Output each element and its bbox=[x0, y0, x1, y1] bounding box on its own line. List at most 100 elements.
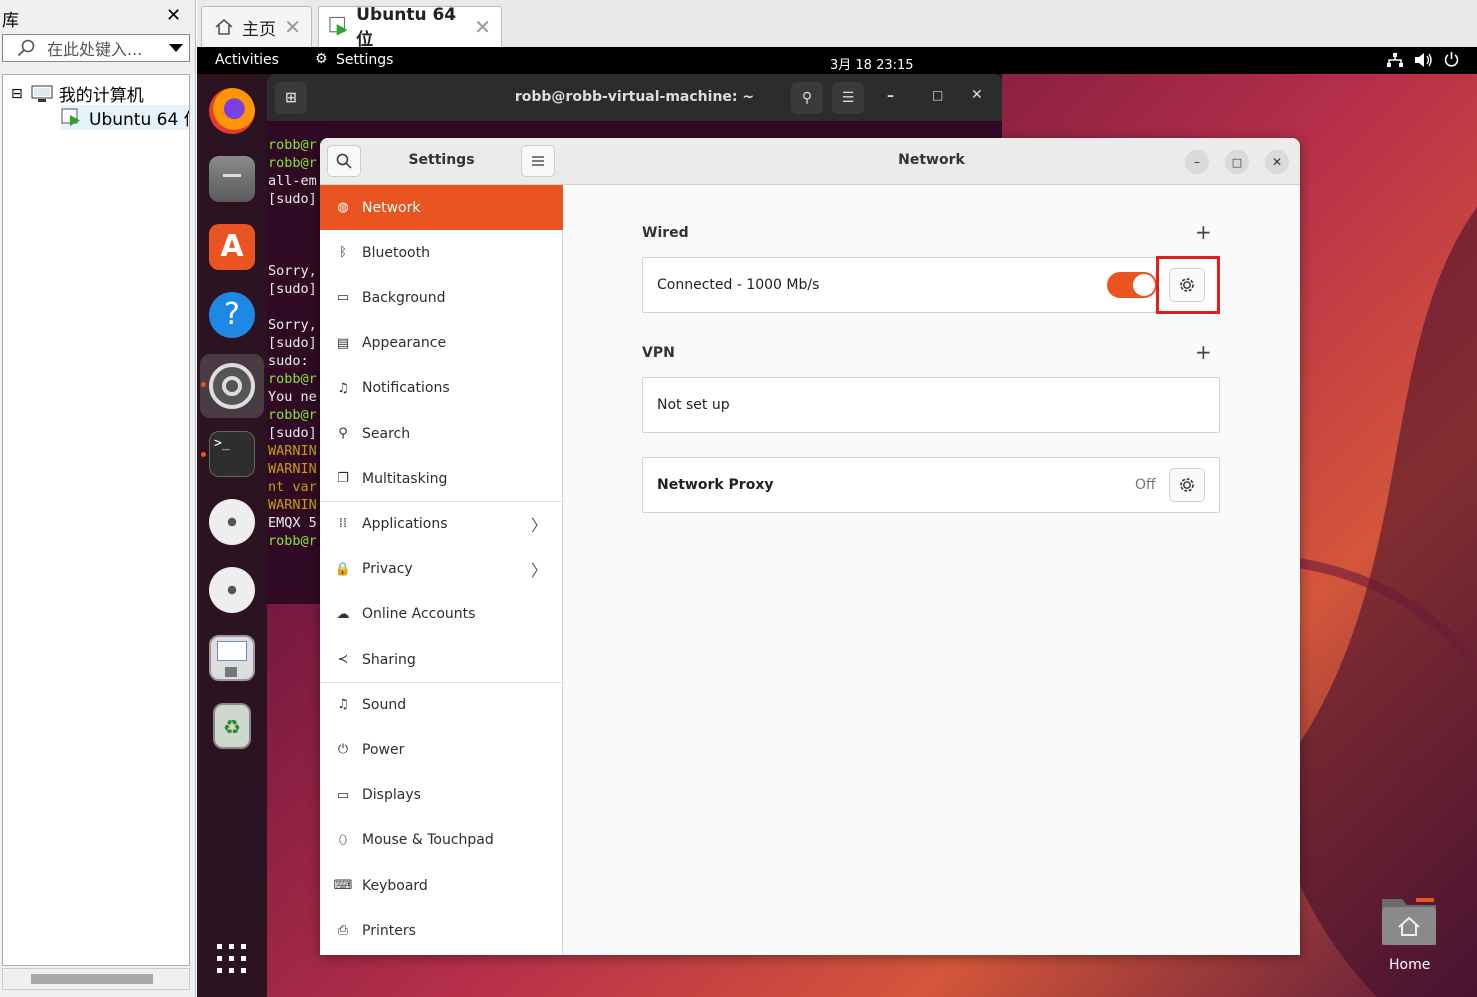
sidebar-item-printers[interactable]: ⎙ Printers bbox=[320, 908, 563, 953]
home-label: Home bbox=[1389, 957, 1431, 973]
software-center-icon[interactable]: A bbox=[209, 224, 255, 270]
floppy-icon[interactable] bbox=[209, 635, 255, 681]
close-button[interactable]: ✕ bbox=[971, 87, 983, 103]
hamburger-menu-button[interactable] bbox=[521, 145, 555, 177]
sidebar-item-label: Applications bbox=[362, 515, 448, 532]
sidebar-item-appearance[interactable]: ▤ Appearance bbox=[320, 321, 563, 366]
close-icon[interactable]: ✕ bbox=[474, 15, 491, 39]
settings-window: Settings ◍ Network ᛒ Bluetooth ▭ Background ▤ A… bbox=[320, 138, 1300, 955]
settings-app-icon: ⚙ bbox=[315, 51, 328, 67]
sidebar-item-displays[interactable]: ▭ Displays bbox=[320, 773, 563, 818]
show-apps-icon[interactable] bbox=[217, 944, 247, 974]
library-search-input[interactable]: 在此处键入... bbox=[2, 34, 190, 62]
sidebar-item-notifications[interactable]: ♫ Notifications bbox=[320, 366, 563, 411]
proxy-settings-button[interactable] bbox=[1169, 468, 1205, 502]
sidebar-item-label: Keyboard bbox=[362, 877, 428, 894]
sidebar-item-sound[interactable]: ♫ Sound bbox=[320, 682, 563, 727]
globe-icon: ◍ bbox=[337, 200, 349, 215]
terminal-menu-button[interactable]: ☰ bbox=[832, 82, 864, 114]
terminal-output[interactable]: robb@r robb@r all-em [sudo] Sorry, [sudo] Sorr… bbox=[268, 136, 317, 550]
mouse-icon: ⬯ bbox=[338, 832, 348, 848]
sidebar-item-multitasking[interactable]: ❐ Multitasking bbox=[320, 456, 563, 501]
home-folder-icon[interactable] bbox=[1380, 893, 1438, 947]
sidebar-item-mouse-touchpad[interactable]: ⬯ Mouse & Touchpad bbox=[320, 818, 563, 863]
terminal-search-button[interactable]: ⚲ bbox=[791, 82, 823, 114]
add-vpn-button[interactable]: + bbox=[1195, 340, 1212, 364]
files-icon[interactable] bbox=[209, 156, 255, 202]
network-icon[interactable] bbox=[1387, 53, 1403, 67]
terminal-icon[interactable]: >_ bbox=[209, 431, 255, 477]
chevron-right-icon: 〉 bbox=[530, 515, 547, 535]
add-wired-button[interactable]: + bbox=[1195, 220, 1212, 244]
clock[interactable]: 3月 18 23:15 bbox=[830, 54, 914, 73]
sidebar-item-search[interactable]: ⚲ Search bbox=[320, 411, 563, 456]
sidebar-item-label: Bluetooth bbox=[362, 244, 430, 261]
horizontal-scrollbar[interactable] bbox=[2, 968, 190, 990]
running-indicator bbox=[201, 452, 206, 457]
sidebar-item-label: Sound bbox=[362, 696, 407, 713]
chevron-down-icon[interactable] bbox=[169, 44, 183, 52]
sidebar-item-label: Privacy bbox=[362, 561, 413, 578]
terminal-line: [sudo] bbox=[268, 335, 317, 351]
bell-icon: ♫ bbox=[337, 380, 349, 396]
disc-icon[interactable] bbox=[209, 567, 255, 613]
tree-item-ubuntu[interactable]: Ubuntu 64 位 bbox=[61, 105, 189, 130]
display-icon: ▭ bbox=[336, 787, 350, 803]
help-icon[interactable]: ? bbox=[209, 292, 255, 338]
library-close-button[interactable]: ✕ bbox=[166, 5, 181, 26]
wired-toggle[interactable] bbox=[1107, 272, 1157, 298]
wired-section-title: Wired bbox=[642, 225, 689, 241]
firefox-icon[interactable] bbox=[209, 88, 255, 134]
terminal-line: robb@r bbox=[268, 407, 317, 423]
scrollbar-thumb[interactable] bbox=[31, 974, 153, 984]
trash-icon[interactable]: ♻ bbox=[213, 703, 251, 749]
sidebar-item-label: Search bbox=[362, 425, 411, 442]
sidebar-header: Settings bbox=[320, 138, 563, 185]
music-icon: ♫ bbox=[337, 697, 349, 713]
sidebar-item-label: Printers bbox=[362, 922, 416, 939]
maximize-button[interactable]: □ bbox=[1225, 150, 1249, 174]
sidebar-item-applications[interactable]: ⁞⁞ Applications 〉 bbox=[320, 501, 563, 546]
terminal-line: WARNIN bbox=[268, 461, 317, 477]
collapse-icon[interactable]: ⊟ bbox=[11, 86, 23, 102]
power-icon[interactable] bbox=[1444, 52, 1459, 67]
terminal-line: robb@r bbox=[268, 371, 317, 387]
minimize-button[interactable]: – bbox=[887, 88, 894, 104]
sidebar-item-privacy[interactable]: 🔒 Privacy 〉 bbox=[320, 547, 563, 592]
terminal-line: You ne bbox=[268, 389, 317, 405]
cloud-icon: ☁ bbox=[336, 606, 350, 622]
volume-icon[interactable] bbox=[1415, 53, 1433, 67]
gear-icon bbox=[1180, 478, 1194, 492]
chevron-right-icon: 〉 bbox=[530, 561, 547, 581]
sidebar-item-label: Network bbox=[362, 199, 421, 216]
sidebar-item-background[interactable]: ▭ Background bbox=[320, 275, 563, 320]
tab-ubuntu[interactable]: Ubuntu 64 位 ✕ bbox=[318, 5, 502, 50]
minimize-button[interactable]: – bbox=[1185, 150, 1209, 174]
tree-item-my-computer[interactable]: ⊟ 我的计算机 bbox=[11, 81, 144, 106]
vpn-section-title: VPN bbox=[642, 345, 675, 361]
sidebar-item-keyboard[interactable]: ⌨ Keyboard bbox=[320, 863, 563, 908]
sidebar-item-sharing[interactable]: ≺ Sharing bbox=[320, 637, 563, 682]
library-tree: ⊟ 我的计算机 Ubuntu 64 位 bbox=[2, 74, 190, 966]
search-icon bbox=[17, 39, 35, 57]
activities-button[interactable]: Activities bbox=[215, 52, 279, 68]
library-title: 库 bbox=[2, 11, 19, 31]
terminal-header: ⊞ robb@robb-virtual-machine: ~ ⚲ ☰ – □ ✕ bbox=[267, 74, 1002, 121]
close-icon[interactable]: ✕ bbox=[284, 15, 301, 39]
vm-tab-bar: 主页 ✕ Ubuntu 64 位 ✕ bbox=[197, 0, 1477, 50]
tree-label: Ubuntu 64 位 bbox=[89, 110, 189, 130]
tab-home[interactable]: 主页 ✕ bbox=[201, 6, 312, 47]
settings-icon[interactable] bbox=[209, 363, 255, 409]
close-button[interactable]: ✕ bbox=[1265, 150, 1289, 174]
app-menu[interactable]: Settings bbox=[336, 52, 393, 68]
terminal-line: WARNIN bbox=[268, 497, 317, 513]
sidebar-item-online-accounts[interactable]: ☁ Online Accounts bbox=[320, 592, 563, 637]
sidebar-item-bluetooth[interactable]: ᛒ Bluetooth bbox=[320, 230, 563, 275]
terminal-line: all-em bbox=[268, 173, 317, 189]
network-proxy-row[interactable]: Network Proxy Off bbox=[642, 457, 1220, 513]
sidebar-item-network[interactable]: ◍ Network bbox=[320, 185, 563, 230]
sidebar-item-power[interactable]: ⏻ Power bbox=[320, 727, 563, 772]
disc-icon[interactable] bbox=[209, 499, 255, 545]
maximize-button[interactable]: □ bbox=[932, 88, 943, 102]
